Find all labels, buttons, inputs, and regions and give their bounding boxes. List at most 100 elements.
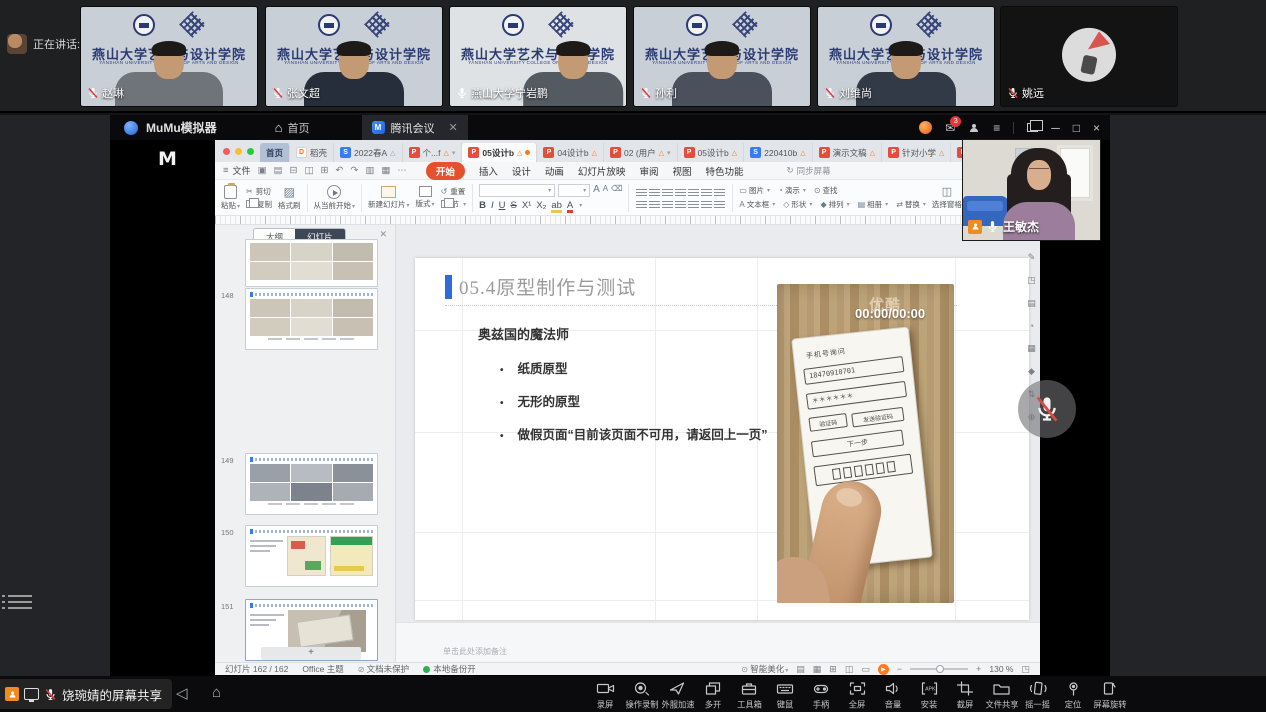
indent-increase-icon[interactable] — [675, 187, 686, 196]
subscript-button[interactable]: X₂ — [536, 200, 546, 211]
normal-view-icon[interactable]: ▤ — [796, 664, 805, 675]
minimize-icon[interactable]: ─ — [1051, 122, 1060, 134]
decrease-font-icon[interactable]: A — [603, 184, 608, 197]
participant-tile-sunli[interactable]: 燕山大学艺术与设计学院 YANSHAN UNIVERSITY COLLEGE O… — [633, 6, 811, 107]
play-from-current-button[interactable]: 从当前开始▾ — [314, 185, 356, 211]
mute-toggle-button[interactable] — [1018, 380, 1076, 438]
slide-thumbnail-148[interactable] — [245, 288, 378, 350]
smart-beautify-button[interactable]: ⊙ 智能美化▾ — [741, 663, 788, 675]
participant-tile-ningyanpeng[interactable]: 燕山大学艺术与设计学院 YANSHAN UNIVERSITY COLLEGE O… — [449, 6, 627, 107]
doc-tab[interactable]: P个...f△▾ — [403, 143, 463, 162]
shape-rail-icon[interactable]: ◆ — [1028, 366, 1035, 377]
show-button[interactable]: ◔演示▾ — [778, 185, 806, 196]
new-slide-button[interactable]: 新建幻灯片▾ — [368, 186, 410, 210]
align-center-icon[interactable] — [649, 199, 660, 208]
section-button[interactable]: 节▾ — [441, 199, 467, 210]
tool-install-apk[interactable]: APK 安装 — [912, 678, 947, 711]
font-size-select[interactable]: ▾ — [558, 184, 590, 197]
maximize-dot-icon[interactable] — [247, 148, 254, 155]
tool-fullscreen[interactable]: 全屏 — [840, 678, 875, 711]
sync-screen-button[interactable]: ↻同步屏幕 — [786, 165, 830, 177]
participant-tile-yaoyuan[interactable]: 姚远 — [1000, 6, 1178, 107]
design-rail-icon[interactable]: ▤ — [1027, 298, 1036, 309]
layout-rail-icon[interactable]: ◳ — [1027, 275, 1036, 286]
slide-thumbnail-partial[interactable] — [245, 239, 378, 287]
justify-icon[interactable] — [675, 199, 686, 208]
close-panel-icon[interactable]: ✕ — [379, 229, 387, 240]
format-painter-button[interactable]: ▨ 格式刷 — [278, 185, 301, 211]
table-rail-icon[interactable]: ▦ — [1027, 343, 1036, 354]
file-menu[interactable]: ≡文件 — [223, 164, 251, 177]
slide-thumbnail-150[interactable] — [245, 525, 378, 587]
paste-button[interactable]: 粘贴▾ — [221, 185, 240, 211]
layout-button[interactable]: 版式▾ — [416, 186, 435, 209]
replace-button[interactable]: ⇄替换▾ — [896, 199, 926, 210]
close-tab-icon[interactable]: ✕ — [449, 121, 458, 134]
android-back-button[interactable]: ◁ — [176, 684, 188, 702]
self-video-overlay[interactable]: 王敏杰 — [963, 140, 1100, 240]
album-button[interactable]: ▤相册▾ — [858, 199, 889, 210]
add-slide-button[interactable]: + — [261, 647, 361, 660]
doc-tab[interactable]: P05设计b△ — [678, 143, 745, 162]
slide-heading[interactable]: 奥兹国的魔法师 — [478, 324, 569, 343]
android-home-button[interactable]: ⌂ — [212, 684, 221, 701]
ribbon-tab-animation[interactable]: 动画 — [545, 164, 564, 178]
tool-macro-record[interactable]: 操作录制 — [624, 678, 659, 711]
tool-accelerator[interactable]: 外服加速 — [660, 678, 695, 711]
highlight-color-button[interactable]: ab — [551, 200, 562, 211]
mail-icon[interactable]: ✉3 — [945, 122, 955, 134]
increase-font-icon[interactable]: A — [593, 184, 600, 197]
protection-status[interactable]: ⊘ 文档未保护 — [358, 663, 409, 675]
notes-pane[interactable]: 单击此处添加备注 — [396, 622, 1040, 662]
font-color-button[interactable]: A — [567, 200, 573, 211]
maximize-icon[interactable]: □ — [1073, 122, 1080, 134]
export-icon[interactable]: ⊞ — [320, 165, 328, 176]
arrange-button[interactable]: ◆排列▾ — [820, 199, 849, 210]
new-icon[interactable]: ▤ — [274, 165, 283, 176]
menu-icon[interactable]: ≡ — [993, 122, 1000, 134]
doc-tab[interactable]: P演示文稿△ — [813, 143, 882, 162]
participant-tile-zhaolin[interactable]: 燕山大学艺术与设计学院 YANSHAN UNIVERSITY COLLEGE O… — [80, 6, 258, 107]
zoom-out-button[interactable]: − — [897, 664, 902, 674]
doc-tab[interactable]: P针对小学△ — [882, 143, 951, 162]
reading-view-icon[interactable]: ◫ — [845, 664, 854, 675]
fit-slide-icon[interactable]: ◳ — [1021, 664, 1030, 675]
minimize-dot-icon[interactable] — [235, 148, 242, 155]
numbering-icon[interactable] — [649, 187, 660, 196]
slide-bullet[interactable]: 做假页面“目前该页面不可用，请返回上一页” — [500, 424, 768, 443]
tool-rotate-screen[interactable]: 屏幕旋转 — [1092, 678, 1127, 711]
emulator-home-tab[interactable]: ⌂ 首页 — [275, 120, 310, 136]
doc-tab[interactable]: P04设计b△ — [537, 143, 604, 162]
redo-icon[interactable]: ↷ — [350, 165, 358, 176]
slide-bullet[interactable]: 纸质原型 — [500, 358, 568, 377]
bold-button[interactable]: B — [479, 200, 486, 211]
doc-tab[interactable]: P02 (用户△▾ — [604, 143, 678, 162]
multi-window-icon[interactable] — [1027, 123, 1038, 132]
tool-keyboard-mouse[interactable]: 键鼠 — [768, 678, 803, 711]
edit-icon[interactable]: ✎ — [1028, 252, 1036, 263]
emulator-meeting-tab[interactable]: M 腾讯会议 ✕ — [362, 115, 468, 140]
backup-status[interactable]: 本地备份开 — [423, 663, 476, 675]
slide-thumbnail-149[interactable] — [245, 453, 378, 515]
sorter-view-icon[interactable]: ⊞ — [829, 664, 837, 675]
font-family-select[interactable]: ▾ — [479, 184, 555, 197]
clear-format-icon[interactable]: ⌫ — [611, 184, 622, 197]
zoom-in-button[interactable]: + — [976, 664, 981, 674]
reset-button[interactable]: ↺重置 — [441, 186, 467, 197]
strikethrough-button[interactable]: S — [510, 200, 516, 211]
zoom-knob[interactable] — [936, 665, 944, 673]
close-dot-icon[interactable] — [223, 148, 230, 155]
distribute-icon[interactable] — [688, 199, 699, 208]
participant-tile-liuweishang[interactable]: 燕山大学艺术与设计学院 YANSHAN UNIVERSITY COLLEGE O… — [817, 6, 995, 107]
align-left-icon[interactable] — [636, 199, 647, 208]
slide-view-icon[interactable]: ▦ — [813, 664, 822, 675]
align-top-icon[interactable] — [701, 199, 712, 208]
align-right-icon[interactable] — [662, 199, 673, 208]
line-spacing-icon[interactable] — [688, 187, 699, 196]
tool-multi-instance[interactable]: 多开 — [696, 678, 731, 711]
more-icon[interactable]: ⋯ — [397, 165, 407, 176]
italic-button[interactable]: I — [491, 200, 494, 211]
undo-icon[interactable]: ↶ — [335, 165, 343, 176]
docer-tab[interactable]: D稻壳 — [290, 143, 334, 162]
account-icon[interactable] — [968, 122, 980, 134]
